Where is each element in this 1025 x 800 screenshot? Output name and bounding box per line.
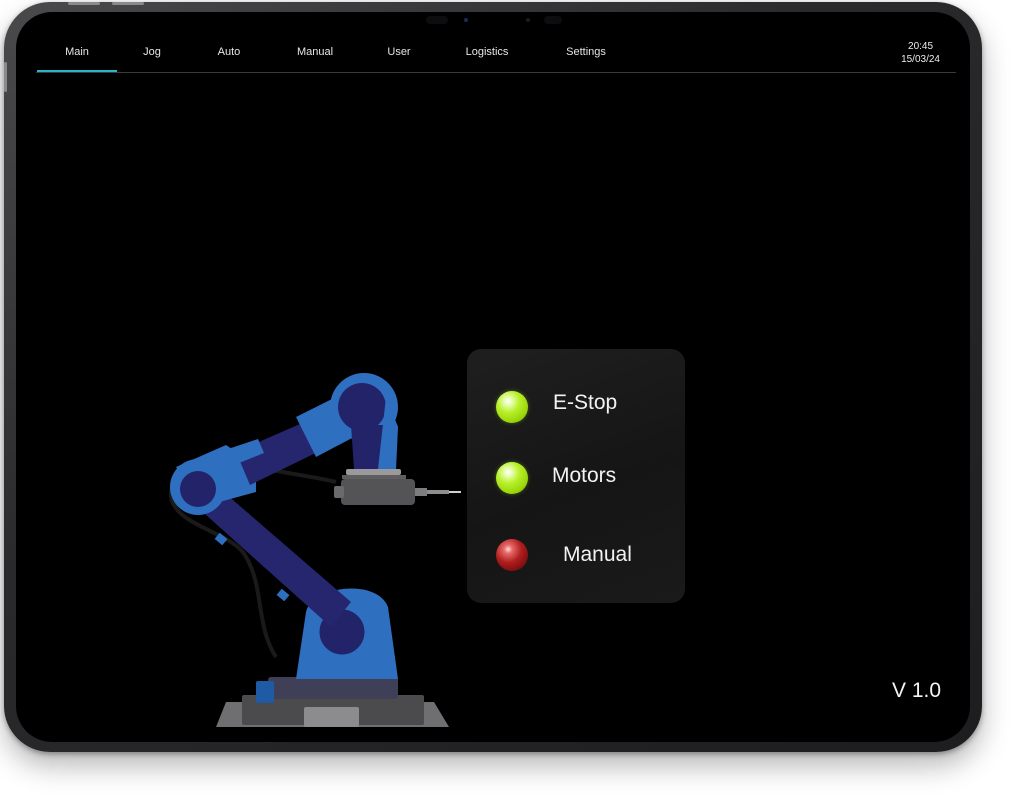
tab-label: Auto: [217, 46, 241, 58]
tab-label: Manual: [296, 46, 334, 58]
manual-label: Manual: [563, 543, 632, 566]
motors-label: Motors: [552, 464, 617, 487]
status-panel: E-Stop Motors Manual: [467, 349, 685, 603]
tab-label: Main: [65, 46, 89, 58]
hardware-button: [68, 2, 100, 5]
tab-settings[interactable]: Settings: [556, 38, 616, 72]
version-label: V 1.0: [892, 679, 942, 702]
main-nav: Main Jog Auto Manual User Logistics Sett…: [36, 38, 956, 74]
tab-logistics[interactable]: Logistics: [457, 38, 517, 72]
robot-arm-icon: [168, 373, 461, 727]
tablet-frame: Main Jog Auto Manual User Logistics Sett…: [4, 2, 982, 752]
estop-indicator-lamp: [496, 391, 528, 423]
hardware-button: [112, 2, 144, 5]
tab-jog[interactable]: Jog: [132, 38, 172, 72]
clock: 20:45 15/03/24: [901, 40, 940, 66]
tab-auto[interactable]: Auto: [209, 38, 249, 72]
motors-indicator-lamp: [496, 462, 528, 494]
screen: Main Jog Auto Manual User Logistics Sett…: [16, 12, 970, 742]
estop-label: E-Stop: [553, 391, 618, 414]
clock-time: 20:45: [908, 41, 934, 52]
hardware-button: [4, 62, 7, 92]
tab-label: User: [387, 46, 411, 58]
camera-bar: [426, 13, 576, 27]
manual-indicator-lamp: [496, 539, 528, 571]
tab-manual[interactable]: Manual: [287, 38, 343, 72]
tab-label: Jog: [143, 46, 161, 58]
tab-label: Settings: [566, 46, 606, 58]
clock-date: 15/03/24: [901, 54, 940, 65]
tab-user[interactable]: User: [379, 38, 419, 72]
tab-main[interactable]: Main: [37, 38, 117, 72]
nav-divider: [36, 72, 956, 73]
tab-label: Logistics: [465, 46, 509, 58]
